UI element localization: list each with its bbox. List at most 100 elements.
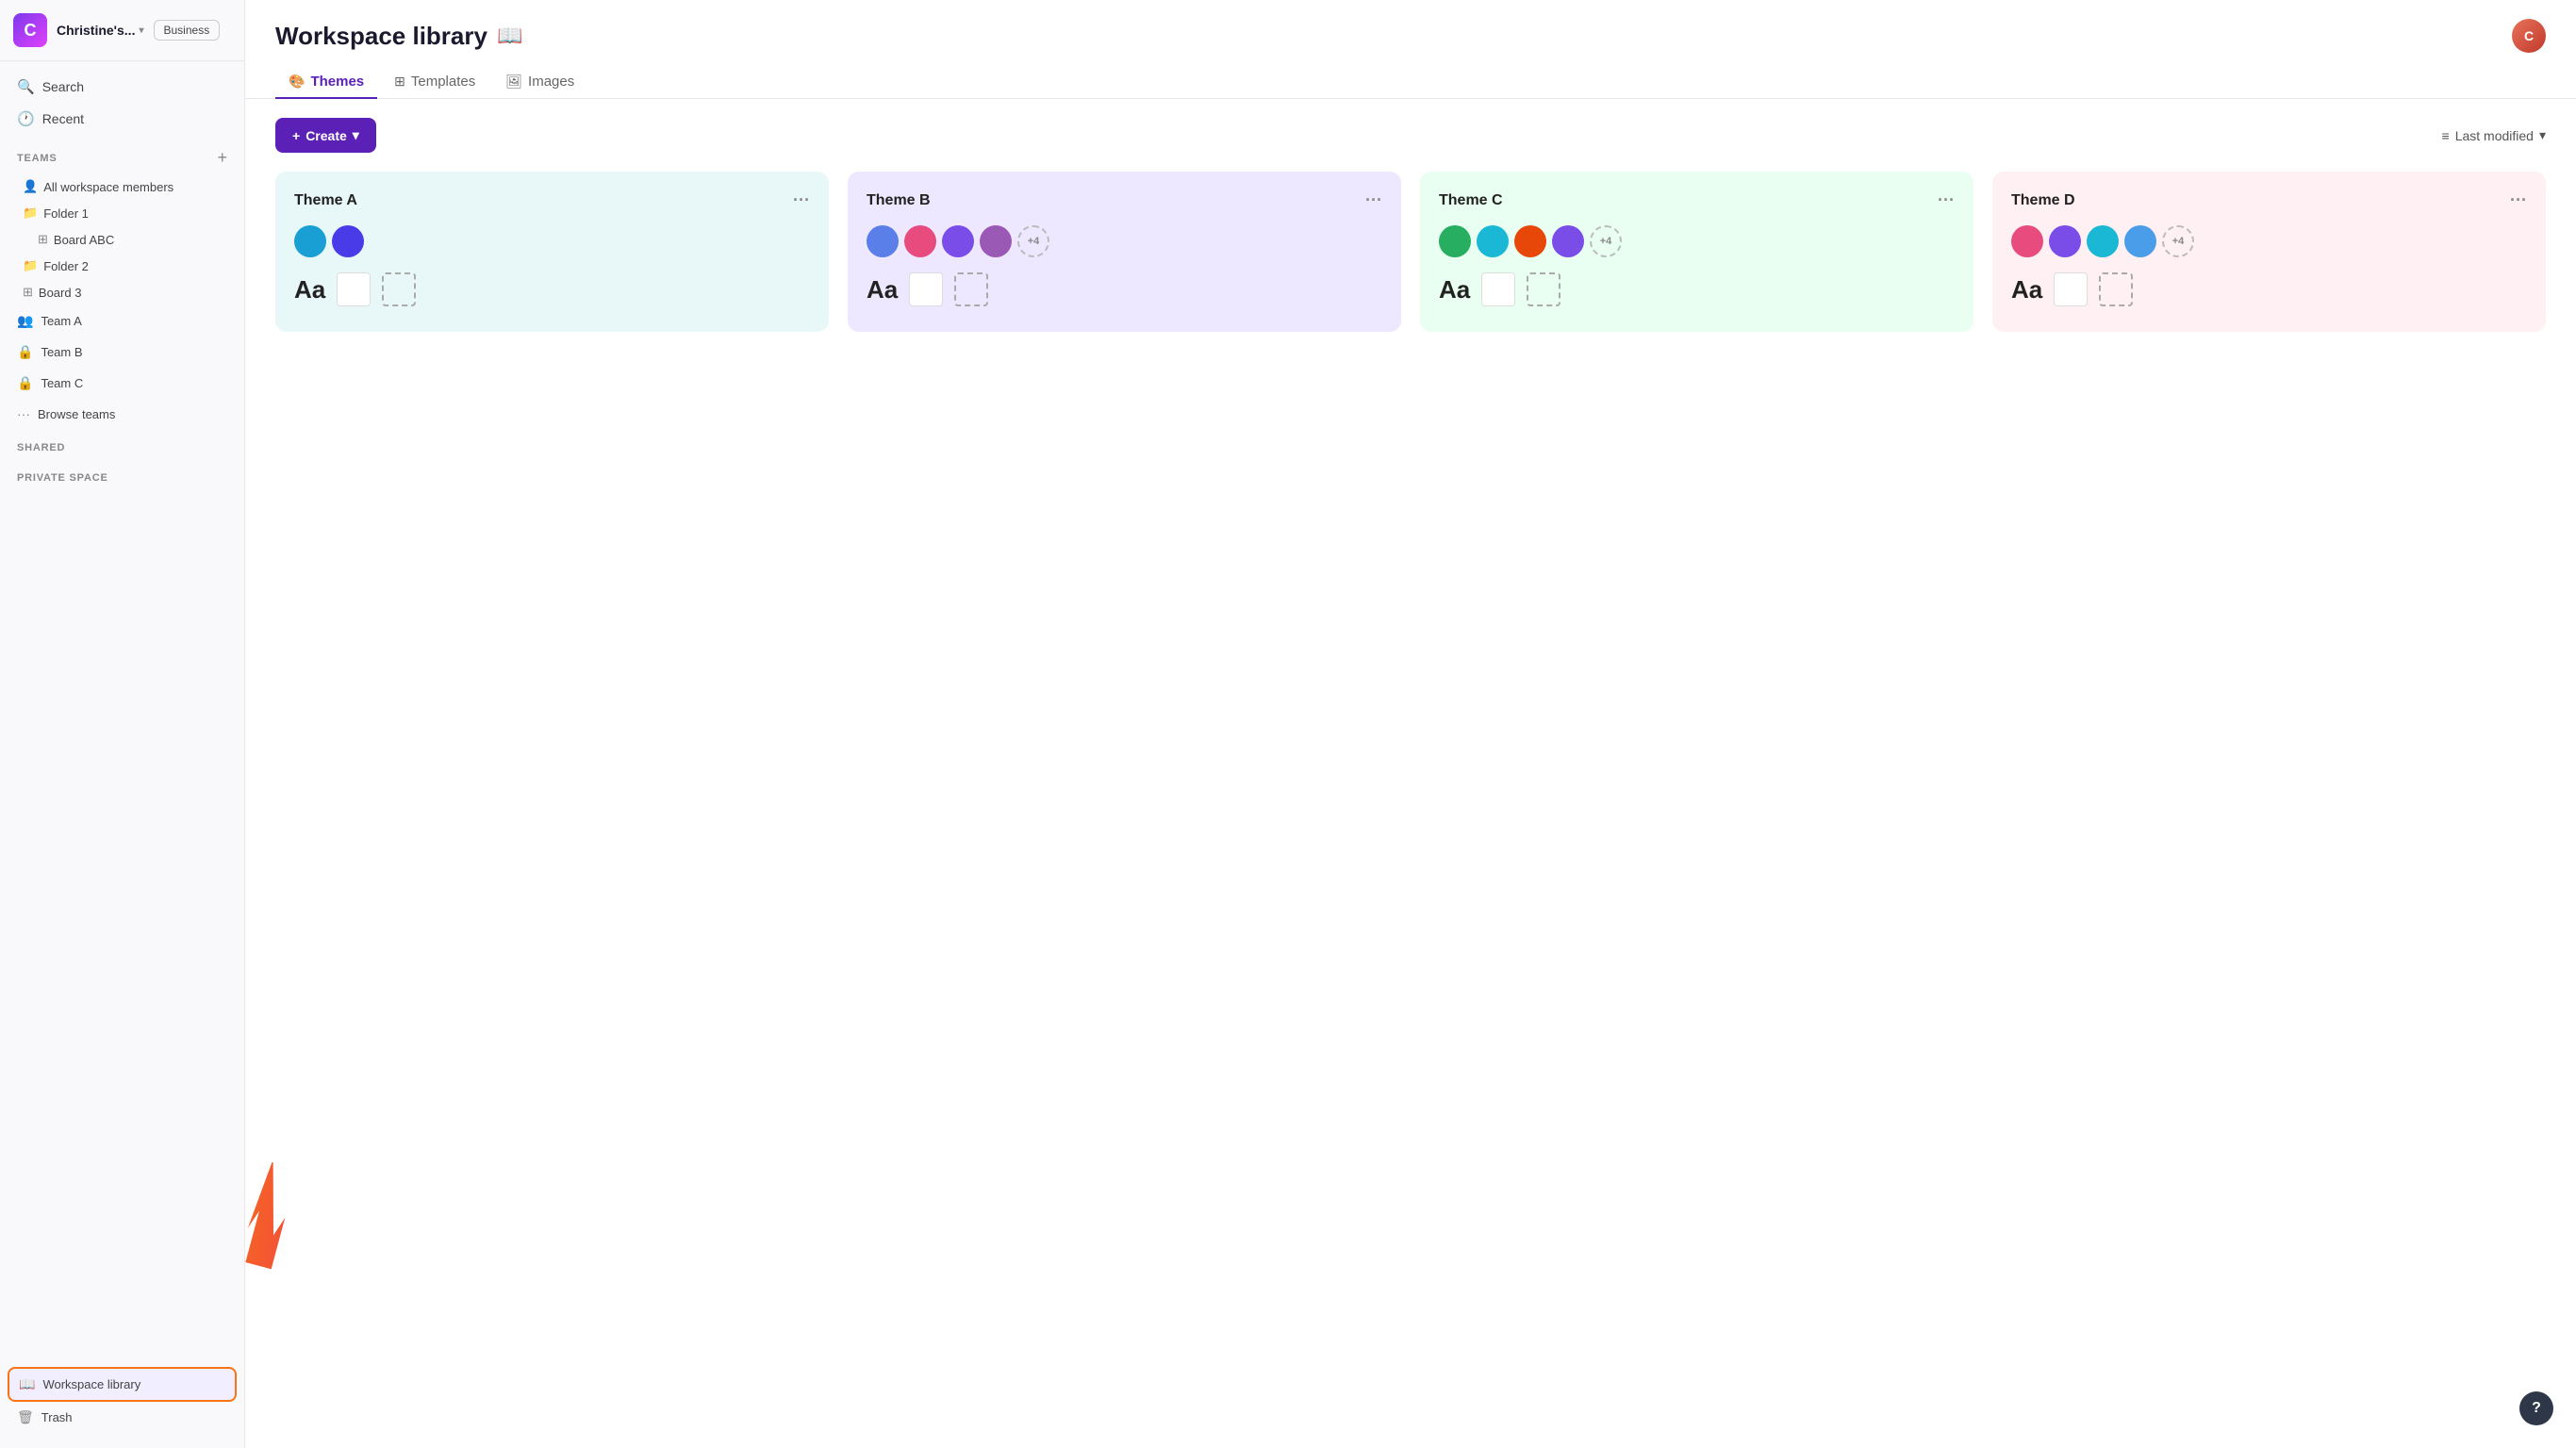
trash-item[interactable]: 🗑 Trash	[8, 1402, 237, 1433]
team-c-item[interactable]: 🔒 Team C	[8, 368, 237, 399]
workspace-name[interactable]: Christine's... ▾	[57, 23, 144, 38]
color-dot	[294, 225, 326, 257]
recent-icon: 🕐	[17, 110, 35, 127]
theme-card-name: Theme B	[867, 192, 931, 209]
theme-card-name: Theme A	[294, 192, 357, 209]
board3-item[interactable]: ⊞ Board 3	[8, 279, 237, 305]
themes-grid: Theme A ··· Aa Theme B ··· +4 Aa Theme C …	[275, 172, 2546, 332]
sort-button[interactable]: ≡ Last modified ▾	[2442, 127, 2546, 143]
folder1-item[interactable]: 📁 Folder 1	[8, 200, 237, 226]
color-dot	[980, 225, 1012, 257]
sample-frame-box	[2099, 272, 2133, 306]
color-dot	[2124, 225, 2156, 257]
add-team-button[interactable]: +	[217, 148, 227, 168]
create-chevron-icon: ▾	[353, 127, 359, 143]
color-dots: +4	[2011, 225, 2527, 257]
color-dot	[2011, 225, 2043, 257]
theme-menu-button[interactable]: ···	[1365, 190, 1382, 210]
browse-teams-label: Browse teams	[38, 407, 115, 421]
templates-tab-icon: ⊞	[394, 74, 405, 90]
theme-card-header: Theme B ···	[867, 190, 1382, 210]
trash-label: Trash	[41, 1410, 73, 1424]
board3-label: Board 3	[39, 286, 82, 300]
color-dot-more: +4	[1017, 225, 1049, 257]
theme-samples: Aa	[294, 272, 810, 306]
team-a-label: Team A	[41, 314, 81, 328]
private-section-label: PRIVATE SPACE	[17, 472, 108, 484]
theme-menu-button[interactable]: ···	[793, 190, 810, 210]
sample-white-box	[337, 272, 371, 306]
color-dot	[1477, 225, 1509, 257]
sidebar-header: C Christine's... ▾ Business	[0, 0, 244, 61]
theme-samples: Aa	[1439, 272, 1955, 306]
theme-card-header: Theme C ···	[1439, 190, 1955, 210]
workspace-library-item[interactable]: 📖 Workspace library	[8, 1367, 237, 1402]
sample-text: Aa	[2011, 275, 2042, 304]
plan-badge[interactable]: Business	[154, 20, 221, 41]
templates-tab-label: Templates	[411, 74, 475, 90]
recent-nav-item[interactable]: 🕐 Recent	[8, 103, 237, 135]
sidebar-bottom: 📖 Workspace library 🗑 Trash	[0, 1359, 244, 1433]
toolbar: + Create ▾ ≡ Last modified ▾	[275, 118, 2546, 153]
folder1-label: Folder 1	[43, 206, 89, 221]
color-dot-more: +4	[1590, 225, 1622, 257]
color-dot	[1552, 225, 1584, 257]
color-dot-more: +4	[2162, 225, 2194, 257]
color-dot	[867, 225, 899, 257]
sample-frame-box	[954, 272, 988, 306]
all-workspace-members-item[interactable]: 👤 All workspace members	[8, 173, 237, 200]
theme-card[interactable]: Theme C ··· +4 Aa	[1420, 172, 1973, 332]
theme-card-header: Theme A ···	[294, 190, 810, 210]
tab-templates[interactable]: ⊞ Templates	[381, 66, 488, 99]
team-a-item[interactable]: 👥 Team A	[8, 305, 237, 337]
theme-menu-button[interactable]: ···	[1938, 190, 1955, 210]
folder-icon: 📁	[23, 206, 38, 221]
sample-text: Aa	[294, 275, 325, 304]
trash-icon: 🗑	[17, 1409, 34, 1425]
board-abc-label: Board ABC	[54, 233, 114, 247]
main-content: Workspace library 📖 C 🎨 Themes ⊞ Templat…	[245, 0, 2576, 1448]
folder2-icon: 📁	[23, 258, 38, 273]
workspace-library-label: Workspace library	[42, 1377, 140, 1391]
team-b-icon: 🔒	[17, 344, 33, 360]
color-dot	[1514, 225, 1546, 257]
theme-card[interactable]: Theme A ··· Aa	[275, 172, 829, 332]
sample-white-box	[1481, 272, 1515, 306]
theme-card[interactable]: Theme B ··· +4 Aa	[848, 172, 1401, 332]
tab-themes[interactable]: 🎨 Themes	[275, 66, 377, 99]
sample-white-box	[909, 272, 943, 306]
sort-chevron-icon: ▾	[2539, 127, 2546, 143]
workspace-chevron-icon: ▾	[139, 25, 143, 36]
sample-frame-box	[1527, 272, 1560, 306]
shared-section-header: SHARED	[8, 436, 237, 459]
images-tab-label: Images	[528, 74, 574, 90]
sample-frame-box	[382, 272, 416, 306]
teams-section-header: TEAMS +	[8, 142, 237, 173]
search-label: Search	[42, 79, 84, 94]
tab-images[interactable]: 🖼 Images	[492, 66, 587, 99]
avatar[interactable]: C	[2512, 19, 2546, 53]
team-a-icon: 👥	[17, 313, 33, 329]
private-section-header: PRIVATE SPACE	[8, 467, 237, 489]
board-abc-item[interactable]: ⊞ Board ABC	[8, 226, 237, 253]
help-button[interactable]: ?	[2519, 1391, 2553, 1425]
create-button[interactable]: + Create ▾	[275, 118, 376, 153]
theme-menu-button[interactable]: ···	[2510, 190, 2527, 210]
themes-tab-label: Themes	[310, 74, 364, 90]
folder2-item[interactable]: 📁 Folder 2	[8, 253, 237, 279]
search-nav-item[interactable]: 🔍 Search	[8, 71, 237, 103]
color-dots: +4	[867, 225, 1382, 257]
sidebar: C Christine's... ▾ Business 🔍 Search 🕐 R…	[0, 0, 245, 1448]
team-b-item[interactable]: 🔒 Team B	[8, 337, 237, 368]
theme-samples: Aa	[2011, 272, 2527, 306]
sort-icon: ≡	[2442, 128, 2450, 143]
sidebar-navigation: 🔍 Search 🕐 Recent TEAMS + 👤 All workspac…	[0, 61, 244, 499]
sample-white-box	[2054, 272, 2088, 306]
theme-card[interactable]: Theme D ···+4 Aa	[1992, 172, 2546, 332]
browse-teams-item[interactable]: ··· Browse teams	[8, 399, 237, 429]
app-logo: C	[13, 13, 47, 47]
sample-text: Aa	[867, 275, 898, 304]
images-tab-icon: 🖼	[505, 74, 522, 90]
sort-label: Last modified	[2455, 128, 2534, 143]
color-dots	[294, 225, 810, 257]
